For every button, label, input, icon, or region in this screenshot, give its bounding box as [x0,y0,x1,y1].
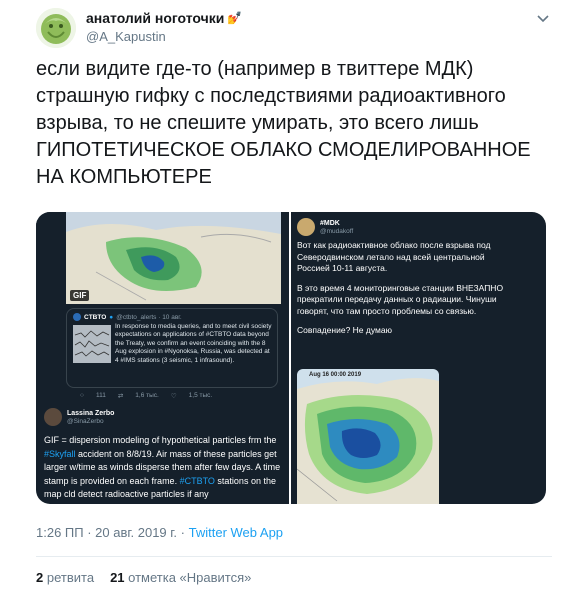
reply-author-name: Lassina Zerbo [67,409,115,417]
tweet-line: взрыва, то не спешите умирать, это всего… [36,112,479,134]
likes-stat[interactable]: 21 отметка «Нравится» [110,570,251,585]
mdk-line: Вот как радиоактивное облако после взрыв… [297,240,491,250]
hashtag-link: #Skyfall [44,448,76,459]
quote-meta: @ctbto_alerts · 10 авг. [116,313,182,321]
mdk-handle: @mudakoff [320,227,354,235]
tweet-source-link[interactable]: Twitter Web App [189,525,283,540]
map-timestamp: Aug 16 00:00 2019 [309,372,362,378]
quoted-tweet[interactable]: CTBTO ● @ctbto_alerts · 10 авг. In respo… [66,308,278,388]
mdk-avatar [297,218,315,236]
reply-author: Lassina Zerbo @SinaZerbo [44,406,114,428]
avatar[interactable] [36,8,76,48]
tweet-meta: 1:26 ПП · 20 авг. 2019 г. · Twitter Web … [36,525,283,540]
user-handle[interactable]: @A_Kapustin [86,29,242,44]
retweets-count: 2 [36,570,44,585]
display-name[interactable]: анатолий ноготочки 💅 [86,10,242,26]
mdk-line: прекратили передачу данных о радиации. Ч… [297,294,497,304]
mdk-line: В это время 4 мониторинговые станции ВНЕ… [297,282,504,293]
tweet-timestamp[interactable]: 1:26 ПП · 20 авг. 2019 г. · [36,525,185,540]
reply-body: GIF = dispersion modeling of hypothetica… [44,434,284,502]
mdk-line: Совпадение? Не думаю [297,325,392,335]
reply-icon: ○ [80,392,84,399]
cloud-map-image: Aug 16 00:00 2019 [297,369,439,504]
reply-count: 111 [95,392,106,399]
likes-count: 21 [110,570,125,585]
media-grid: GIF CTBTO ● @ctbto_alerts · 10 авг. In r… [36,212,546,504]
tweet-text: если видите где-то (например в твиттере … [36,56,536,191]
quote-thumbnail [73,325,111,363]
verified-icon: ● [109,313,114,321]
retweets-stat[interactable]: 2 ретвита [36,570,94,585]
tweet-line: ГИПОТЕТИЧЕСКОЕ ОБЛАКО СМОДЕЛИРОВАННОЕ [36,139,531,161]
chevron-down-icon[interactable] [535,10,551,26]
heart-icon: ♡ [170,393,177,400]
body-text: GIF = dispersion modeling of hypothetica… [44,435,277,445]
mdk-author: #MDK @mudakoff [297,218,353,236]
tweet-line: НА КОМПЬЮТЕРЕ [36,166,212,188]
mdk-text: Вот как радиоактивное облако после взрыв… [297,240,542,345]
quote-body: In response to media queries, and to mee… [115,323,272,364]
likes-label: отметка «Нравится» [128,570,252,585]
mdk-line: говорят, что там просто проблемы со связ… [297,305,477,316]
quote-author-name: CTBTO [84,313,107,321]
tweet-stats: 2 ретвита 21 отметка «Нравится» [36,570,251,585]
tweet-line: если видите где-то (например в твиттере … [36,58,474,80]
media-image-right[interactable]: #MDK @mudakoff Вот как радиоактивное обл… [291,212,546,504]
mdk-line: Северодвинском летало над всей центральн… [297,251,485,262]
display-name-text: анатолий ноготочки [86,10,225,26]
mdk-name: #MDK [320,219,340,227]
divider [36,556,552,557]
retweet-icon: ⇄ [117,393,124,400]
media-image-left[interactable]: GIF CTBTO ● @ctbto_alerts · 10 авг. In r… [36,212,289,504]
retweets-label: ретвита [46,570,95,585]
gif-badge: GIF [70,290,90,301]
quote-actions: ○ 111 ⇄ 1,6 тыс. ♡ 1,5 тыс. [80,392,212,400]
tweet-line: страшную гифку с последствиями радиоакти… [36,85,506,107]
retweet-count: 1,6 тыс. [135,392,159,399]
reply-author-avatar [44,408,62,426]
reply-author-handle: @SinaZerbo [67,417,104,425]
mdk-line: Россией 10-11 августа. [297,263,388,273]
tweet-header: анатолий ноготочки 💅 @A_Kapustin [36,8,551,48]
quote-avatar [73,313,81,321]
nail-polish-emoji: 💅 [227,11,243,25]
hashtag-link: #CTBTO [179,475,215,486]
like-count: 1,5 тыс. [188,392,213,399]
